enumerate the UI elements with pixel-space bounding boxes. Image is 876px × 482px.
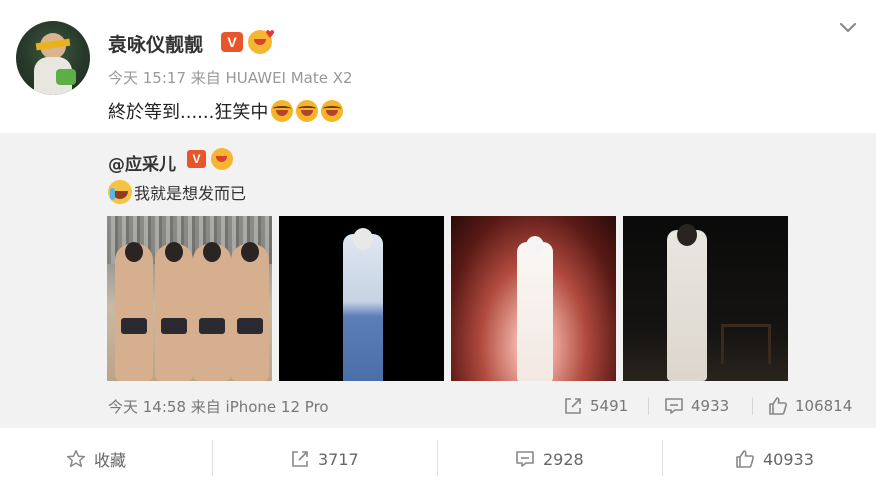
weibo-post-card: 袁咏仪靓靓 V ♥ 今天 15:17 来自 HUAWEI Mate X2 終於等… <box>0 0 876 482</box>
original-fan-badge-icon <box>211 148 233 170</box>
laugh-emoji <box>296 100 319 122</box>
original-verified-badge: V <box>187 150 206 168</box>
fan-badge-icon: ♥ <box>248 28 275 54</box>
chevron-down-icon[interactable] <box>838 18 858 38</box>
repost-button[interactable]: 3717 <box>290 436 359 482</box>
action-divider <box>212 440 213 476</box>
photo-figure-cap <box>526 236 544 256</box>
repost-icon <box>292 451 308 467</box>
repost-icon <box>565 398 581 414</box>
post-text: 終於等到......狂笑中 <box>108 98 344 124</box>
cry-laugh-emoji <box>108 180 132 204</box>
verified-badge: V <box>221 32 243 52</box>
repost-count: 5491 <box>590 397 629 415</box>
repost-button-count: 3717 <box>318 449 359 469</box>
like-count: 106814 <box>795 397 853 415</box>
photo-figure <box>193 242 231 381</box>
photo-figure <box>115 242 153 381</box>
photo-3[interactable] <box>451 216 616 381</box>
like-button[interactable]: 40933 <box>735 436 814 482</box>
comment-button[interactable]: 2928 <box>515 436 584 482</box>
photo-table <box>721 324 771 364</box>
favorite-button[interactable]: 收藏 <box>66 436 126 482</box>
photo-figure <box>517 236 553 381</box>
comment-icon <box>665 398 683 414</box>
action-bar: 收藏 3717 2928 40933 <box>0 436 876 482</box>
like-count-item[interactable]: 106814 <box>768 395 852 417</box>
author-avatar[interactable] <box>16 21 90 95</box>
photo-2[interactable] <box>279 216 444 381</box>
author-name[interactable]: 袁咏仪靓靓 <box>108 30 203 57</box>
photo-grid <box>107 216 788 381</box>
laugh-emoji <box>321 100 344 122</box>
photo-4[interactable] <box>623 216 788 381</box>
like-button-count: 40933 <box>763 449 814 469</box>
stat-divider <box>648 397 649 415</box>
original-text: 我就是想发而已 <box>108 180 246 204</box>
photo-1[interactable] <box>107 216 272 381</box>
like-icon <box>736 450 754 468</box>
comment-icon <box>516 451 534 467</box>
post-text-body: 終於等到......狂笑中 <box>108 102 269 123</box>
action-divider <box>437 440 438 476</box>
stat-divider <box>752 397 753 415</box>
like-icon <box>769 397 787 415</box>
repost-time-source: 今天 14:58 来自 iPhone 12 Pro <box>108 398 329 416</box>
photo-figure-cap <box>353 228 373 250</box>
action-divider <box>662 440 663 476</box>
comment-button-count: 2928 <box>543 449 584 469</box>
post-time-source: 今天 15:17 来自 HUAWEI Mate X2 <box>108 69 353 87</box>
photo-figure <box>343 228 383 381</box>
favorite-label: 收藏 <box>94 451 127 470</box>
repost-count-item[interactable]: 5491 <box>563 395 628 417</box>
avatar-bag <box>56 69 76 85</box>
laugh-emoji <box>271 100 294 122</box>
comment-count-item[interactable]: 4933 <box>664 395 729 417</box>
photo-figure-head <box>677 224 697 246</box>
original-author[interactable]: @应采儿 <box>108 150 176 175</box>
comment-count: 4933 <box>691 397 730 415</box>
original-text-body: 我就是想发而已 <box>134 184 247 203</box>
photo-figure <box>231 242 269 381</box>
photo-figure <box>155 242 193 381</box>
star-icon <box>66 450 86 468</box>
photo-figure <box>667 224 707 381</box>
